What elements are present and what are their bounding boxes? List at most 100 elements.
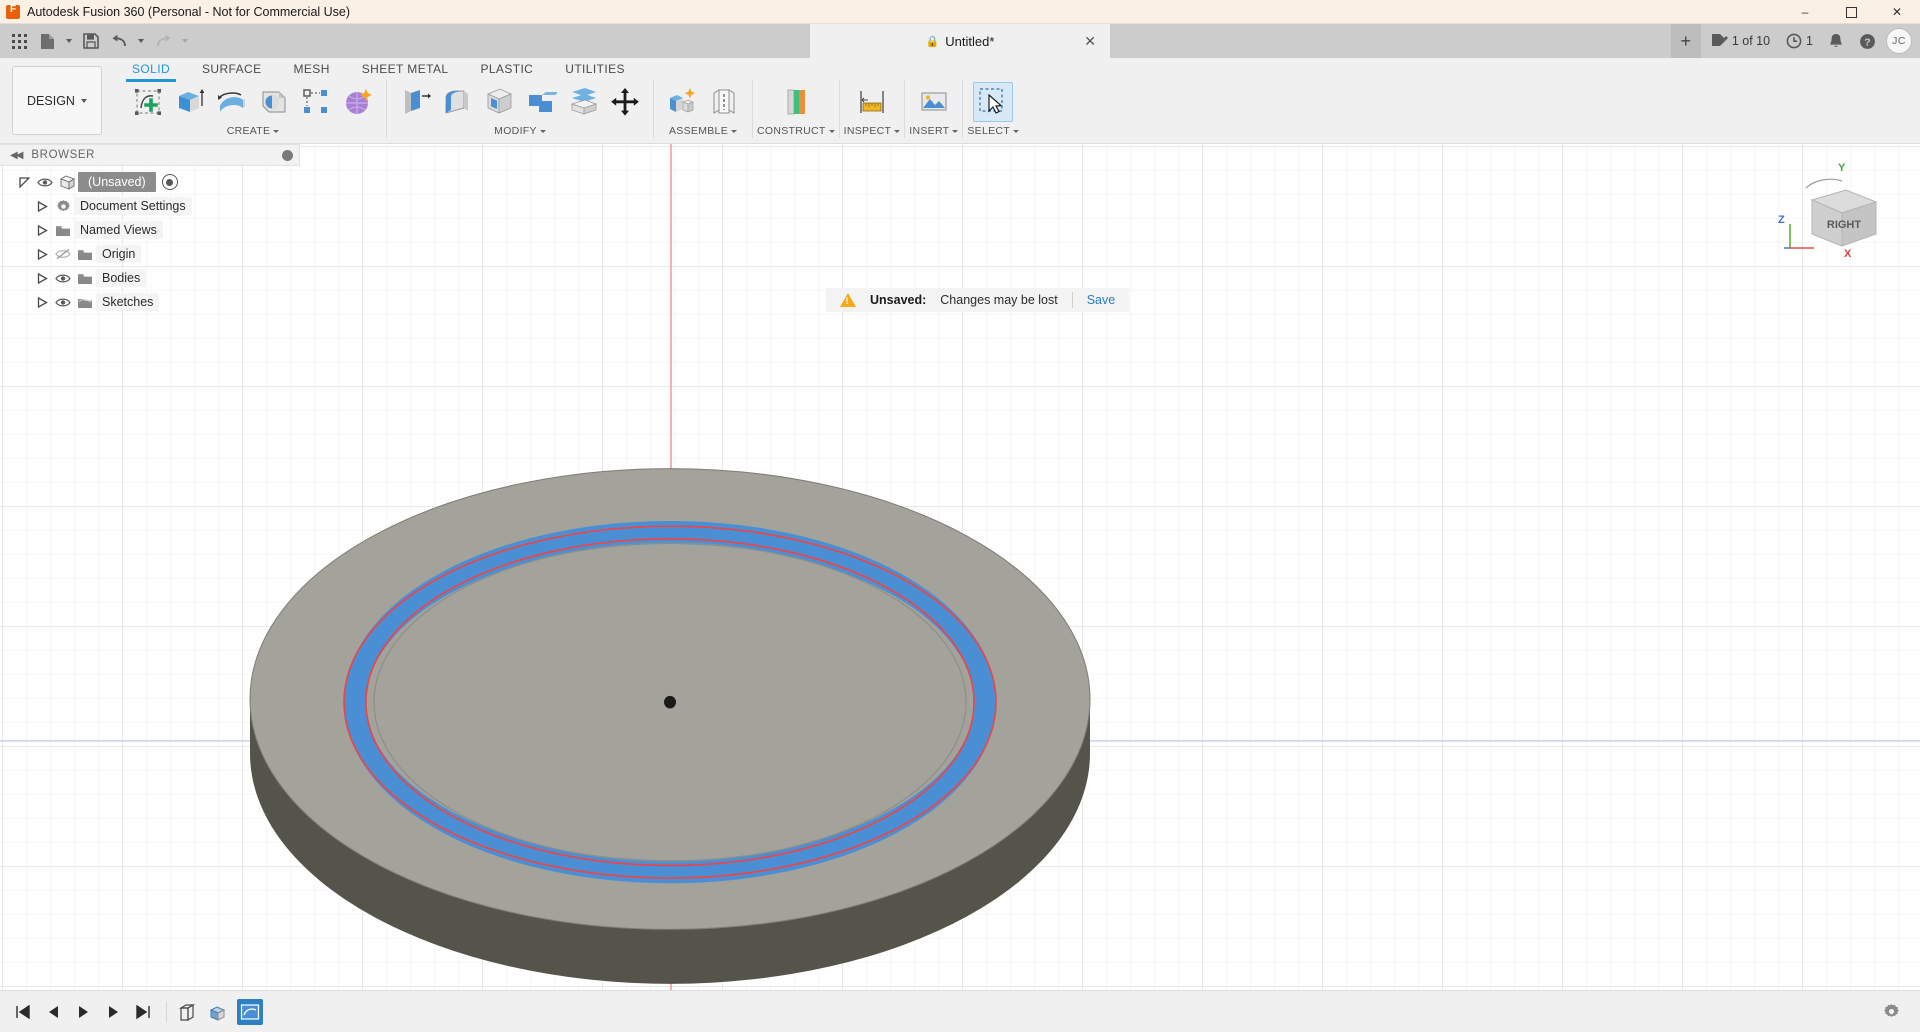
- tab-mesh[interactable]: MESH: [278, 58, 346, 80]
- visibility-eye-icon[interactable]: [34, 170, 56, 194]
- move-copy-icon[interactable]: [605, 82, 645, 122]
- redo-dropdown-caret-icon[interactable]: [178, 28, 192, 54]
- tree-row-bodies[interactable]: Bodies: [0, 266, 300, 290]
- tab-utilities[interactable]: UTILITIES: [549, 58, 641, 80]
- offset-plane-icon[interactable]: [776, 82, 816, 122]
- panel-assemble-label[interactable]: ASSEMBLE: [669, 124, 737, 138]
- rectangular-pattern-icon[interactable]: [296, 82, 336, 122]
- avatar[interactable]: JC: [1886, 28, 1912, 54]
- new-component-icon[interactable]: [662, 82, 702, 122]
- timeline-settings-icon[interactable]: [1878, 999, 1904, 1025]
- maximize-button[interactable]: [1828, 0, 1874, 24]
- body-side-face: [250, 699, 1090, 984]
- expand-arrow-icon[interactable]: [32, 194, 52, 218]
- minimize-button[interactable]: –: [1782, 0, 1828, 24]
- close-icon[interactable]: ✕: [1084, 34, 1096, 48]
- tree-label-named-views: Named Views: [74, 221, 163, 239]
- workspace-selector[interactable]: DESIGN: [12, 66, 102, 135]
- clock-icon: [1786, 33, 1802, 49]
- step-forward-button[interactable]: [100, 999, 126, 1025]
- tree-row-unsaved[interactable]: (Unsaved): [0, 170, 300, 194]
- tree-row-document-settings[interactable]: Document Settings: [0, 194, 300, 218]
- expand-arrow-icon[interactable]: [14, 170, 34, 194]
- create-sketch-icon[interactable]: [128, 82, 168, 122]
- panel-select-label[interactable]: SELECT: [967, 124, 1019, 138]
- new-tab-button[interactable]: +: [1671, 24, 1701, 58]
- tab-plastic[interactable]: PLASTIC: [464, 58, 549, 80]
- sweep-icon[interactable]: [254, 82, 294, 122]
- expand-arrow-icon[interactable]: [32, 266, 52, 290]
- undo-icon[interactable]: [106, 28, 132, 54]
- fillet-icon[interactable]: [437, 82, 477, 122]
- chevron-down-icon: [81, 99, 87, 103]
- save-link[interactable]: Save: [1087, 293, 1116, 307]
- undo-dropdown-caret-icon[interactable]: [134, 28, 148, 54]
- visibility-eye-off-icon[interactable]: [52, 242, 74, 266]
- save-icon[interactable]: [78, 28, 104, 54]
- timeline-feature-sketch[interactable]: [237, 999, 263, 1025]
- go-to-end-button[interactable]: [130, 999, 156, 1025]
- timeline-feature-origin[interactable]: [177, 999, 203, 1025]
- axis-x-label: X: [1844, 248, 1851, 260]
- step-back-button[interactable]: [40, 999, 66, 1025]
- panel-modify-label-text: MODIFY: [494, 125, 537, 137]
- revolve-icon[interactable]: [212, 82, 252, 122]
- tree-row-sketches[interactable]: Sketches: [0, 290, 300, 314]
- notifications-button[interactable]: [1823, 24, 1849, 58]
- visibility-eye-icon[interactable]: [52, 266, 74, 290]
- panel-modify-tools: [391, 80, 649, 124]
- file-icon[interactable]: [34, 28, 60, 54]
- tree-label-unsaved: (Unsaved): [78, 172, 156, 192]
- expand-arrow-icon[interactable]: [32, 242, 52, 266]
- press-pull-icon[interactable]: [395, 82, 435, 122]
- expand-arrow-icon[interactable]: [32, 218, 52, 242]
- panel-create-label[interactable]: CREATE: [227, 124, 280, 138]
- app-grid-icon[interactable]: [6, 28, 32, 54]
- document-tab[interactable]: 🔒 Untitled* ✕: [810, 24, 1110, 58]
- collapse-panel-icon[interactable]: ◀◀: [10, 150, 21, 161]
- timeline-right-actions: [1878, 999, 1910, 1025]
- expand-arrow-icon[interactable]: [32, 290, 52, 314]
- create-form-icon[interactable]: [338, 82, 378, 122]
- chevron-down-icon: [829, 130, 835, 133]
- sketch-folder-icon: [74, 290, 96, 314]
- file-dropdown-caret-icon[interactable]: [62, 28, 76, 54]
- panel-inspect-label[interactable]: INSPECT: [844, 124, 901, 138]
- jobs-status[interactable]: 1 of 10: [1705, 24, 1776, 58]
- tree-row-origin[interactable]: Origin: [0, 242, 300, 266]
- select-icon[interactable]: [973, 82, 1013, 122]
- panel-modify-label[interactable]: MODIFY: [494, 124, 546, 138]
- quick-access-right-group: + 1 of 10 1 ? JC: [1671, 24, 1920, 58]
- view-cube[interactable]: RIGHT Y X Z: [1784, 164, 1894, 274]
- insert-image-icon[interactable]: [914, 82, 954, 122]
- go-to-beginning-button[interactable]: [10, 999, 36, 1025]
- tab-surface[interactable]: SURFACE: [186, 58, 277, 80]
- play-button[interactable]: [70, 999, 96, 1025]
- panel-insert-label[interactable]: INSERT: [909, 124, 958, 138]
- extrude-icon[interactable]: [170, 82, 210, 122]
- visibility-eye-icon[interactable]: [52, 290, 74, 314]
- help-button[interactable]: ?: [1853, 24, 1882, 58]
- offset-face-icon[interactable]: [563, 82, 603, 122]
- workspace: ◀◀ BROWSER (Unsaved): [0, 144, 1920, 1032]
- activate-component-radio[interactable]: [162, 174, 178, 190]
- jobs-icon: [1711, 33, 1728, 49]
- combine-icon[interactable]: [521, 82, 561, 122]
- ribbon-panels: CREATE: [112, 80, 1920, 142]
- history-status[interactable]: 1: [1780, 24, 1819, 58]
- bell-icon: [1829, 33, 1843, 49]
- tab-solid[interactable]: SOLID: [116, 58, 186, 80]
- unsaved-banner: Unsaved: Changes may be lost Save: [826, 288, 1129, 312]
- measure-icon[interactable]: [852, 82, 892, 122]
- panel-construct-label[interactable]: CONSTRUCT: [757, 124, 835, 138]
- joint-icon[interactable]: [704, 82, 744, 122]
- redo-icon[interactable]: [150, 28, 176, 54]
- tab-sheet-metal[interactable]: SHEET METAL: [346, 58, 465, 80]
- chevron-down-icon: [894, 130, 900, 133]
- close-button[interactable]: ✕: [1874, 0, 1920, 24]
- tree-row-named-views[interactable]: Named Views: [0, 218, 300, 242]
- panel-settings-icon[interactable]: [282, 150, 293, 161]
- shell-icon[interactable]: [479, 82, 519, 122]
- panel-inspect-label-text: INSPECT: [844, 125, 892, 137]
- timeline-feature-extrude[interactable]: [207, 999, 233, 1025]
